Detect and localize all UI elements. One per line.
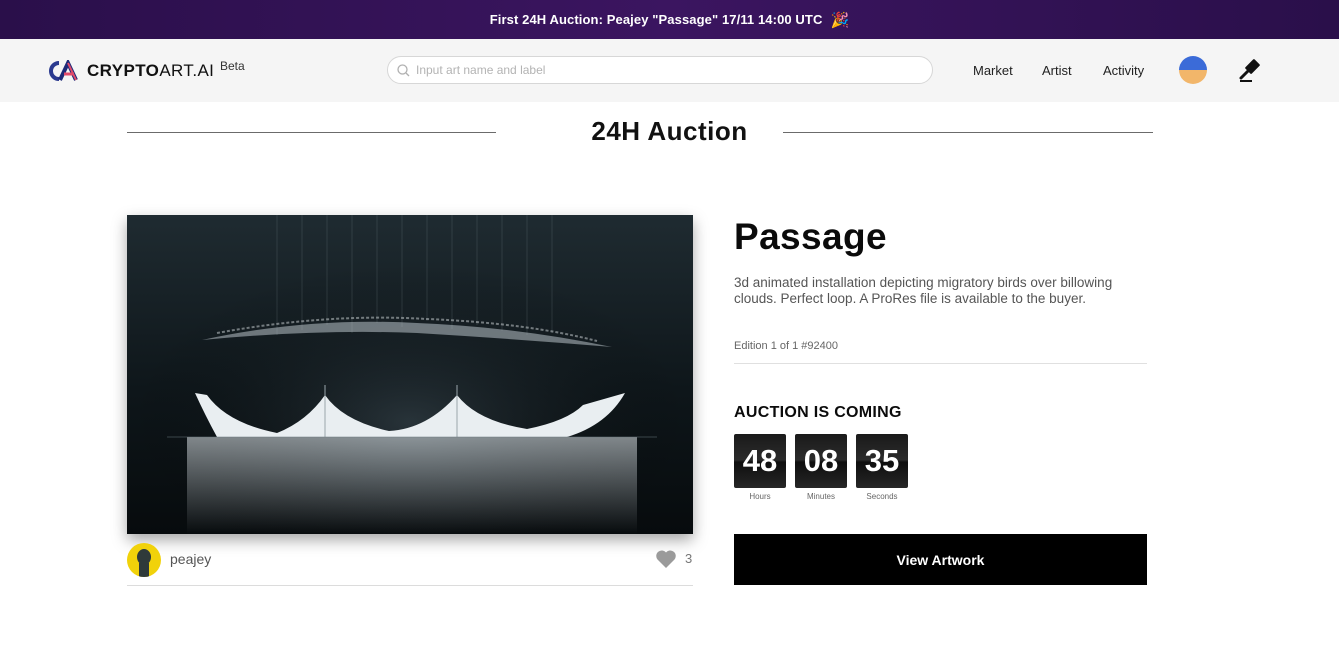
top-nav-bar: CRYPTOART.AI Beta Market Artist Activity xyxy=(0,39,1339,102)
like-count: 3 xyxy=(685,551,693,566)
creator-name[interactable]: peajey xyxy=(170,551,211,567)
user-avatar[interactable] xyxy=(1179,56,1207,84)
artwork-title: Passage xyxy=(734,216,887,257)
edition-info: Edition 1 of 1 #92400 xyxy=(734,340,838,352)
countdown-hours-label: Hours xyxy=(749,492,771,501)
countdown-minutes: 08 xyxy=(795,434,847,488)
search-input[interactable] xyxy=(414,62,918,78)
creator-row: peajey 3 xyxy=(127,540,693,586)
banner-text: First 24H Auction: Peajey "Passage" 17/1… xyxy=(489,12,823,27)
beta-label: Beta xyxy=(220,59,245,73)
artwork-image[interactable] xyxy=(127,215,693,534)
creator-avatar-image xyxy=(137,549,151,577)
nav-market[interactable]: Market xyxy=(973,63,1013,78)
nav-artist[interactable]: Artist xyxy=(1042,63,1072,78)
site-logo[interactable]: CRYPTOART.AI xyxy=(46,59,214,83)
auction-status: AUCTION IS COMING xyxy=(734,404,902,421)
nav-activity[interactable]: Activity xyxy=(1103,63,1144,78)
artwork-description: 3d animated installation depicting migra… xyxy=(734,275,1113,306)
search-icon xyxy=(397,63,410,76)
countdown-seconds: 35 xyxy=(856,434,908,488)
countdown-hours: 48 xyxy=(734,434,786,488)
section-title: 24H Auction xyxy=(591,116,748,146)
search-bar[interactable] xyxy=(387,56,933,84)
announcement-banner[interactable]: First 24H Auction: Peajey "Passage" 17/1… xyxy=(0,0,1339,39)
artwork-preview xyxy=(127,215,693,534)
heart-icon[interactable] xyxy=(655,549,677,569)
details-divider xyxy=(734,363,1147,364)
countdown-seconds-label: Seconds xyxy=(866,492,898,501)
logo-text: CRYPTOART.AI xyxy=(87,61,215,80)
party-popper-icon: 🎉 xyxy=(830,11,850,29)
gavel-icon[interactable] xyxy=(1238,58,1264,84)
countdown-minutes-label: Minutes xyxy=(806,492,835,501)
cryptoart-logo-icon xyxy=(49,60,78,81)
creator-avatar[interactable] xyxy=(127,543,161,577)
view-artwork-button[interactable]: View Artwork xyxy=(734,534,1147,585)
